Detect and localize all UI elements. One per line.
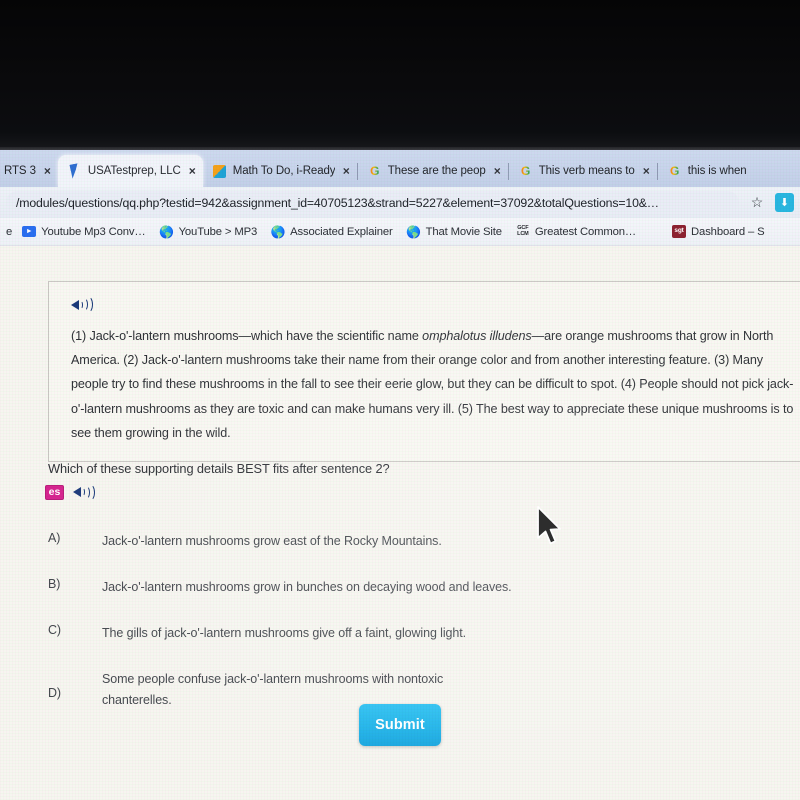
answer-option-a[interactable]: A) Jack-o'-lantern mushrooms grow east o… <box>48 531 740 577</box>
bookmark-star-icon[interactable]: ☆ <box>745 191 769 215</box>
answer-option-c[interactable]: C) The gills of jack-o'-lantern mushroom… <box>48 623 740 669</box>
tab-close-icon[interactable]: × <box>494 165 501 177</box>
tab-title: RTS 3 <box>4 165 36 177</box>
tab-title: USATestprep, LLC <box>87 165 181 177</box>
browser-tab-this-verb-means[interactable]: G This verb means to × <box>509 155 657 187</box>
bookmark-label: That Movie Site <box>425 225 502 238</box>
bookmark-label: Dashboard – S <box>691 225 765 238</box>
speaker-icon[interactable] <box>71 296 93 314</box>
answer-options-list: A) Jack-o'-lantern mushrooms grow east o… <box>48 531 740 727</box>
bookmark-label: Youtube Mp3 Conv… <box>41 225 146 238</box>
page-content: (1) Jack-o'-lantern mushrooms—which have… <box>0 246 800 800</box>
browser-tab-this-is-when[interactable]: G this is when <box>658 155 754 187</box>
red-square-icon: sgt <box>672 225 687 239</box>
bookmark-label: YouTube > MP3 <box>178 225 258 238</box>
browser-toolbar: /modules/questions/qq.php?testid=942&ass… <box>0 187 800 218</box>
bookmark-item-greatest-common[interactable]: GCF LCM Greatest Common… <box>509 225 643 239</box>
bookmark-item-associated-explainer[interactable]: 🌎 Associated Explainer <box>264 225 400 239</box>
tab-close-icon[interactable]: × <box>189 165 196 177</box>
question-text: Which of these supporting details BEST f… <box>48 461 390 476</box>
youtube-icon: ► <box>22 225 37 239</box>
question-tools: es <box>45 483 95 501</box>
tab-close-icon[interactable]: × <box>643 165 650 177</box>
globe-icon: 🌎 <box>406 224 422 239</box>
browser-window: RTS 3 × USATestprep, LLC × Math To Do, i… <box>0 150 800 800</box>
monitor-bezel-top <box>0 0 800 150</box>
browser-tab-rts3[interactable]: RTS 3 × <box>0 155 58 187</box>
bookmark-item[interactable]: e <box>2 226 15 238</box>
bookmarks-bar: e ► Youtube Mp3 Conv… 🌎 YouTube > MP3 🌎 … <box>0 218 800 246</box>
bookmark-item-dashboard[interactable]: sgt Dashboard – S <box>665 225 771 239</box>
cursor-icon <box>68 164 82 178</box>
tab-title: This verb means to <box>538 165 635 177</box>
google-icon: G <box>519 164 533 178</box>
globe-icon: 🌎 <box>270 224 286 239</box>
browser-tab-math-to-do[interactable]: Math To Do, i-Ready × <box>203 155 357 187</box>
tab-title: Math To Do, i-Ready <box>232 165 335 177</box>
box-icon <box>213 164 227 178</box>
passage-panel: (1) Jack-o'-lantern mushrooms—which have… <box>48 281 800 462</box>
passage-part-1: (1) Jack-o'-lantern mushrooms—which have… <box>71 329 423 343</box>
extension-icon[interactable]: ⬇ <box>775 193 794 212</box>
passage-text: (1) Jack-o'-lantern mushrooms—which have… <box>71 324 800 445</box>
spanish-translate-icon[interactable]: es <box>45 484 64 500</box>
option-letter: D) <box>48 686 61 700</box>
bookmark-item-youtube-mp3-conv[interactable]: ► Youtube Mp3 Conv… <box>15 225 152 239</box>
address-bar[interactable]: /modules/questions/qq.php?testid=942&ass… <box>6 191 739 214</box>
screen-photo: RTS 3 × USATestprep, LLC × Math To Do, i… <box>0 0 800 800</box>
bookmark-label: Greatest Common… <box>534 225 637 238</box>
option-text: Jack-o'-lantern mushrooms grow in bunche… <box>102 580 512 594</box>
option-letter: B) <box>48 577 61 591</box>
passage-scientific-name: omphalotus illudens <box>422 329 532 343</box>
google-icon: G <box>668 164 682 178</box>
bookmark-item-that-movie-site[interactable]: 🌎 That Movie Site <box>400 225 509 239</box>
submit-button[interactable]: Submit <box>359 704 441 746</box>
browser-tab-these-are-the-people[interactable]: G These are the peop × <box>358 155 508 187</box>
option-text: The gills of jack-o'-lantern mushrooms g… <box>102 626 466 640</box>
gcf-lcm-icon: GCF LCM <box>517 224 529 237</box>
answer-option-b[interactable]: B) Jack-o'-lantern mushrooms grow in bun… <box>48 577 740 623</box>
option-text: Jack-o'-lantern mushrooms grow east of t… <box>102 534 442 548</box>
browser-tab-usatestprep[interactable]: USATestprep, LLC × <box>57 155 203 187</box>
option-letter: A) <box>48 531 61 545</box>
speaker-icon[interactable] <box>73 483 95 501</box>
browser-tab-strip: RTS 3 × USATestprep, LLC × Math To Do, i… <box>0 150 800 187</box>
bookmark-label: Associated Explainer <box>290 225 393 238</box>
passage-part-2: —are orange mushrooms that grow in North… <box>71 329 794 440</box>
submit-row: Submit <box>0 704 800 746</box>
bookmark-label: e <box>6 225 13 238</box>
tab-title: this is when <box>687 165 747 177</box>
tab-title: These are the peop <box>387 165 486 177</box>
tab-close-icon[interactable]: × <box>343 165 350 177</box>
option-letter: C) <box>48 623 61 637</box>
google-icon: G <box>368 164 382 178</box>
globe-icon: 🌎 <box>159 224 174 239</box>
tab-close-icon[interactable]: × <box>44 165 51 177</box>
bookmark-item-youtube-to-mp3[interactable]: 🌎 YouTube > MP3 <box>153 225 265 239</box>
